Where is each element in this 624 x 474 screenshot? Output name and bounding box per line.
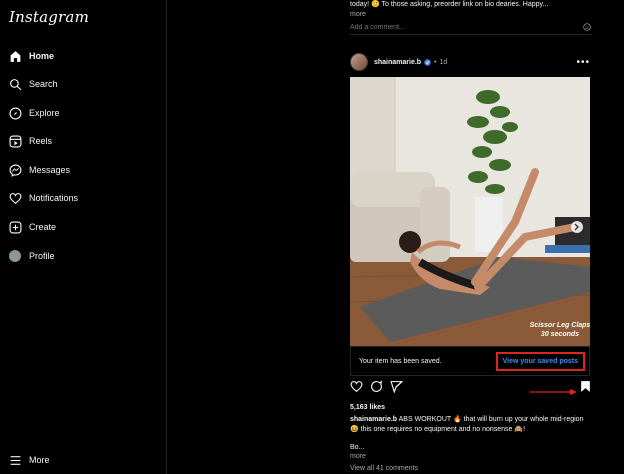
sidebar-more-label: More <box>29 455 50 465</box>
instagram-logo[interactable]: Instagram <box>9 8 89 26</box>
sidebar-item-explore[interactable]: Explore <box>8 102 60 124</box>
share-icon[interactable] <box>390 380 404 394</box>
sidebar-item-more[interactable]: More <box>8 449 50 471</box>
sidebar-item-label: Profile <box>29 251 55 261</box>
sidebar: Instagram Home Search Explore Reels Mess… <box>0 0 167 474</box>
compass-icon <box>8 106 22 120</box>
post-media[interactable]: Scissor Leg Claps 30 seconds <box>350 77 590 346</box>
more-options-icon[interactable]: ••• <box>576 57 590 68</box>
sidebar-item-label: Home <box>29 51 55 61</box>
likes-count[interactable]: 5,163 likes <box>350 403 385 413</box>
sidebar-item-notifications[interactable]: Notifications <box>8 187 78 209</box>
sidebar-item-messages[interactable]: Messages <box>8 159 70 181</box>
sidebar-item-label: Notifications <box>29 193 79 203</box>
view-comments-link[interactable]: View all 41 comments <box>350 464 418 474</box>
sidebar-item-home[interactable]: Home <box>8 45 54 67</box>
prev-post-more-link[interactable]: more <box>350 10 366 20</box>
comment-icon[interactable] <box>370 380 384 394</box>
sidebar-item-label: Messages <box>29 165 71 175</box>
post-username[interactable]: shainamarie.b <box>374 59 421 66</box>
sidebar-item-profile[interactable]: Profile <box>8 245 55 267</box>
view-saved-posts-link[interactable]: View your saved posts <box>495 351 585 371</box>
home-icon <box>8 49 22 63</box>
hamburger-menu-icon <box>8 453 22 467</box>
sidebar-item-create[interactable]: Create <box>8 216 56 238</box>
media-overlay-line2: 30 seconds <box>541 331 579 338</box>
annotation-arrow-icon <box>530 383 578 401</box>
verified-badge-icon <box>424 58 431 66</box>
post-actions <box>350 380 590 396</box>
post-caption: shainamarie.b ABS WORKOUT 🔥 that will bu… <box>350 415 590 435</box>
media-overlay-line1: Scissor Leg Claps <box>530 322 590 329</box>
messenger-icon <box>8 163 22 177</box>
bookmark-saved-icon[interactable] <box>580 380 594 394</box>
avatar[interactable] <box>350 53 368 71</box>
saved-toast: Your item has been saved. View your save… <box>350 346 590 376</box>
saved-message: Your item has been saved. <box>359 357 442 365</box>
post-time: 1d <box>439 58 448 66</box>
sidebar-item-label: Explore <box>29 108 60 118</box>
avatar <box>8 249 22 263</box>
search-icon <box>8 77 22 91</box>
caption-username[interactable]: shainamarie.b <box>350 416 397 423</box>
smiley-icon[interactable] <box>583 18 591 36</box>
plus-square-icon <box>8 220 22 234</box>
sidebar-item-label: Reels <box>29 136 53 146</box>
next-slide-icon <box>571 221 583 233</box>
heart-icon <box>8 191 22 205</box>
prev-post-caption: today! 🙂 To those asking, preorder link … <box>350 1 549 8</box>
separator-dot: • <box>434 58 437 66</box>
sidebar-item-label: Create <box>29 222 57 232</box>
comment-input-row <box>350 20 591 35</box>
sidebar-item-search[interactable]: Search <box>8 73 58 95</box>
sidebar-item-label: Search <box>29 79 58 89</box>
add-comment-input[interactable] <box>350 23 550 31</box>
sidebar-item-reels[interactable]: Reels <box>8 130 52 152</box>
caption-more-link[interactable]: more <box>350 452 366 462</box>
like-heart-icon[interactable] <box>350 380 364 394</box>
reels-icon <box>8 134 22 148</box>
post-header: shainamarie.b • 1d ••• <box>350 52 590 72</box>
